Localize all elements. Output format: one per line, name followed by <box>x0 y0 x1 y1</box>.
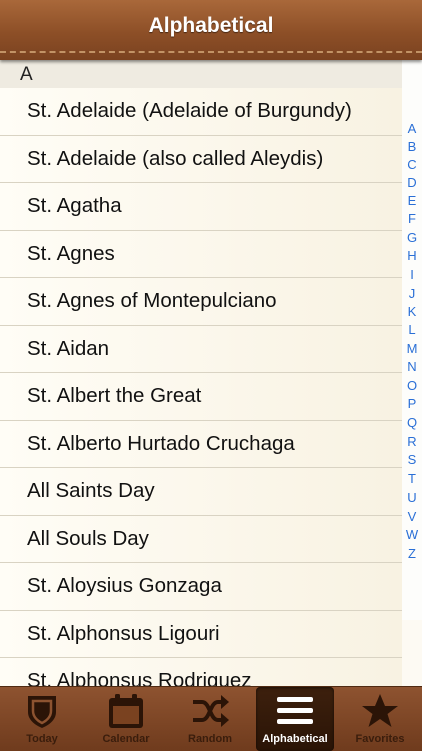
index-letter[interactable]: G <box>402 229 422 247</box>
list-item-label: All Souls Day <box>27 526 149 550</box>
index-letter[interactable]: D <box>402 174 422 192</box>
list-item[interactable]: All Souls Day <box>0 515 402 563</box>
index-letter[interactable]: C <box>402 156 422 174</box>
index-letter[interactable]: F <box>402 210 422 228</box>
tab-label: Alphabetical <box>262 733 328 745</box>
list-item-label: St. Aidan <box>27 336 110 360</box>
list-item[interactable]: St. Adelaide (Adelaide of Burgundy) <box>0 88 402 136</box>
list-item[interactable]: St. Agatha <box>0 183 402 231</box>
list-item-label: St. Adelaide (Adelaide of Burgundy) <box>27 99 352 122</box>
index-letter[interactable]: U <box>402 489 422 507</box>
list-item[interactable]: St. Aidan <box>0 325 402 373</box>
tab-label: Calendar <box>102 733 150 745</box>
index-letter[interactable]: E <box>402 192 422 210</box>
list-item-label: St. Agnes of Montepulciano <box>27 289 277 312</box>
index-letter[interactable]: T <box>402 470 422 488</box>
page-title: Alphabetical <box>148 14 274 37</box>
star-icon <box>362 694 398 727</box>
list-item[interactable]: All Saints Day <box>0 468 402 516</box>
tab-label: Today <box>26 733 58 745</box>
index-letter[interactable]: K <box>402 303 422 321</box>
saints-list[interactable]: A St. Adelaide (Adelaide of Burgundy) St… <box>0 60 422 686</box>
tab-alphabetical[interactable]: Alphabetical <box>256 687 334 751</box>
list-item-label: St. Agnes <box>27 241 115 265</box>
list-item-label: St. Agatha <box>27 194 122 217</box>
tab-label: Random <box>188 733 232 745</box>
index-letter[interactable]: A <box>402 120 422 138</box>
index-letter[interactable]: N <box>402 358 422 376</box>
index-letter[interactable]: W <box>402 526 422 544</box>
section-header: A <box>0 60 402 89</box>
tab-calendar[interactable]: Calendar <box>84 687 168 751</box>
list-item[interactable]: St. Agnes of Montepulciano <box>0 278 402 326</box>
shuffle-icon <box>193 695 229 727</box>
tab-today[interactable]: Today <box>0 687 84 751</box>
navigation-bar: Alphabetical <box>0 0 422 60</box>
index-letter[interactable]: I <box>402 266 422 284</box>
index-letter[interactable]: J <box>402 285 422 303</box>
tab-bar: Today Calendar Random Alphabetical Favor… <box>0 686 422 751</box>
index-letter[interactable]: R <box>402 433 422 451</box>
list-item-label: St. Albert the Great <box>27 384 202 407</box>
calendar-icon <box>109 694 143 728</box>
index-letter[interactable]: B <box>402 138 422 156</box>
list-item-label: All Saints Day <box>27 479 155 502</box>
list-item[interactable]: St. Aloysius Gonzaga <box>0 563 402 611</box>
index-letter[interactable]: M <box>402 340 422 358</box>
index-letter[interactable]: O <box>402 377 422 395</box>
list-item-label: St. Alphonsus Rodriguez <box>27 669 252 686</box>
list-item[interactable]: St. Alphonsus Ligouri <box>0 610 402 658</box>
tab-label: Favorites <box>355 733 405 745</box>
section-index-bar[interactable]: A B C D E F G H I J K L M N O P Q R S T … <box>402 60 422 620</box>
list-item-label: St. Adelaide (also called Aleydis) <box>27 146 324 170</box>
list-item[interactable]: St. Alberto Hurtado Cruchaga <box>0 420 402 468</box>
list-item[interactable]: St. Adelaide (also called Aleydis) <box>0 135 402 183</box>
index-letter[interactable]: P <box>402 395 422 413</box>
list-item[interactable]: St. Alphonsus Rodriguez <box>0 658 402 686</box>
list-item-label: St. Aloysius Gonzaga <box>27 574 222 597</box>
index-letter[interactable]: Q <box>402 414 422 432</box>
index-letter[interactable]: L <box>402 321 422 339</box>
tab-favorites[interactable]: Favorites <box>338 687 422 751</box>
shield-icon <box>28 696 56 728</box>
index-letter[interactable]: H <box>402 247 422 265</box>
index-letter[interactable]: Z <box>402 545 422 563</box>
index-letter[interactable]: S <box>402 451 422 469</box>
list-icon <box>277 697 313 724</box>
list-item[interactable]: St. Agnes <box>0 230 402 278</box>
index-letter[interactable]: V <box>402 508 422 526</box>
tab-random[interactable]: Random <box>168 687 252 751</box>
section-header-letter: A <box>20 64 33 85</box>
list-item-label: St. Alberto Hurtado Cruchaga <box>27 431 295 455</box>
list-item-label: St. Alphonsus Ligouri <box>27 621 220 645</box>
list-item[interactable]: St. Albert the Great <box>0 373 402 421</box>
